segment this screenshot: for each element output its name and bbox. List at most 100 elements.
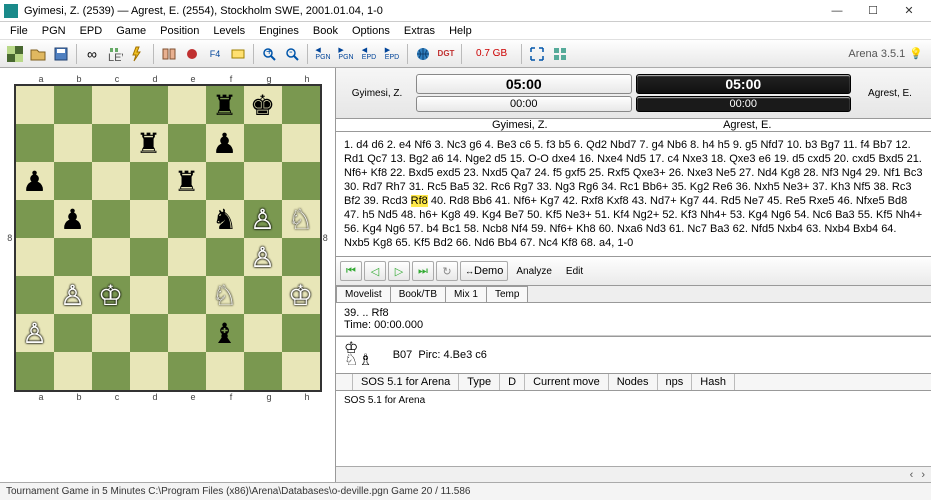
menu-help[interactable]: Help: [443, 23, 478, 39]
square-b7[interactable]: [54, 124, 92, 162]
nav-last-icon[interactable]: ⏭: [412, 261, 434, 281]
chess-board[interactable]: ♜♚♜♟♟♜♟♞♙♘♙♙♔♘♔♙♝: [14, 84, 322, 392]
square-g7[interactable]: [244, 124, 282, 162]
square-a3[interactable]: [16, 276, 54, 314]
square-c4[interactable]: [92, 238, 130, 276]
layout-icon[interactable]: [549, 43, 571, 65]
menu-position[interactable]: Position: [154, 23, 205, 39]
menu-extras[interactable]: Extras: [398, 23, 441, 39]
square-d7[interactable]: ♜: [130, 124, 168, 162]
book-icon[interactable]: [158, 43, 180, 65]
square-b1[interactable]: [54, 352, 92, 390]
zoom-in-icon[interactable]: +: [258, 43, 280, 65]
square-h7[interactable]: [282, 124, 320, 162]
pgn-right-icon[interactable]: ▶PGN: [335, 43, 357, 65]
square-f4[interactable]: [206, 238, 244, 276]
maximize-button[interactable]: ☐: [855, 1, 891, 21]
square-b8[interactable]: [54, 86, 92, 124]
square-a1[interactable]: [16, 352, 54, 390]
menu-epd[interactable]: EPD: [74, 23, 109, 39]
fullscreen-icon[interactable]: [526, 43, 548, 65]
square-h1[interactable]: [282, 352, 320, 390]
open-icon[interactable]: [27, 43, 49, 65]
nav-next-icon[interactable]: ▷: [388, 261, 410, 281]
globe-icon[interactable]: [412, 43, 434, 65]
square-b2[interactable]: [54, 314, 92, 352]
epd-right-icon[interactable]: ▶EPD: [381, 43, 403, 65]
current-move-highlight[interactable]: Rf8: [411, 195, 428, 207]
engine-col-type[interactable]: Type: [459, 374, 500, 390]
tab-mix1[interactable]: Mix 1: [445, 286, 487, 302]
square-f7[interactable]: ♟: [206, 124, 244, 162]
nav-reload-icon[interactable]: ↻: [436, 261, 458, 281]
nav-first-icon[interactable]: ⏮: [340, 261, 362, 281]
square-g8[interactable]: ♚: [244, 86, 282, 124]
demo-button[interactable]: ↔Demo: [460, 261, 508, 281]
square-c3[interactable]: ♔: [92, 276, 130, 314]
nav-prev-icon[interactable]: ◁: [364, 261, 386, 281]
epd-left-icon[interactable]: ◀EPD: [358, 43, 380, 65]
engine-col-nodes[interactable]: Nodes: [609, 374, 658, 390]
close-button[interactable]: ✕: [891, 1, 927, 21]
edit-button[interactable]: Edit: [560, 266, 589, 277]
scroll-strip[interactable]: ‹›: [336, 466, 931, 482]
save-icon[interactable]: [50, 43, 72, 65]
minimize-button[interactable]: —: [819, 1, 855, 21]
square-c7[interactable]: [92, 124, 130, 162]
square-g5[interactable]: ♙: [244, 200, 282, 238]
square-h5[interactable]: ♘: [282, 200, 320, 238]
square-b3[interactable]: ♙: [54, 276, 92, 314]
square-a8[interactable]: [16, 86, 54, 124]
square-e7[interactable]: [168, 124, 206, 162]
square-f5[interactable]: ♞: [206, 200, 244, 238]
square-c8[interactable]: [92, 86, 130, 124]
square-d4[interactable]: [130, 238, 168, 276]
square-h3[interactable]: ♔: [282, 276, 320, 314]
pgn-left-icon[interactable]: ◀PGN: [312, 43, 334, 65]
blitz-icon[interactable]: [127, 43, 149, 65]
engine-col-depth[interactable]: D: [500, 374, 525, 390]
tab-movelist[interactable]: Movelist: [336, 286, 391, 302]
menu-pgn[interactable]: PGN: [36, 23, 72, 39]
menu-game[interactable]: Game: [110, 23, 152, 39]
square-a7[interactable]: [16, 124, 54, 162]
menu-book[interactable]: Book: [307, 23, 344, 39]
square-c5[interactable]: [92, 200, 130, 238]
square-a4[interactable]: [16, 238, 54, 276]
record-icon[interactable]: [181, 43, 203, 65]
menu-engines[interactable]: Engines: [253, 23, 305, 39]
square-d8[interactable]: [130, 86, 168, 124]
square-g3[interactable]: [244, 276, 282, 314]
tab-temp[interactable]: Temp: [486, 286, 528, 302]
square-b6[interactable]: [54, 162, 92, 200]
board-style-icon[interactable]: [4, 43, 26, 65]
square-f3[interactable]: ♘: [206, 276, 244, 314]
square-b5[interactable]: ♟: [54, 200, 92, 238]
square-f6[interactable]: [206, 162, 244, 200]
engine-col-hash[interactable]: Hash: [692, 374, 735, 390]
square-e5[interactable]: [168, 200, 206, 238]
engine-settings-icon[interactable]: [227, 43, 249, 65]
square-h2[interactable]: [282, 314, 320, 352]
engine-dialog-icon[interactable]: F4: [204, 43, 226, 65]
engine-col-nps[interactable]: nps: [658, 374, 693, 390]
levels-icon[interactable]: LEV: [104, 43, 126, 65]
menu-levels[interactable]: Levels: [207, 23, 251, 39]
square-e3[interactable]: [168, 276, 206, 314]
dgt-icon[interactable]: DGT: [435, 43, 457, 65]
square-g6[interactable]: [244, 162, 282, 200]
square-b4[interactable]: [54, 238, 92, 276]
square-d2[interactable]: [130, 314, 168, 352]
square-d3[interactable]: [130, 276, 168, 314]
square-c6[interactable]: [92, 162, 130, 200]
square-g4[interactable]: ♙: [244, 238, 282, 276]
square-h4[interactable]: [282, 238, 320, 276]
square-c1[interactable]: [92, 352, 130, 390]
menu-file[interactable]: File: [4, 23, 34, 39]
square-f8[interactable]: ♜: [206, 86, 244, 124]
square-g1[interactable]: [244, 352, 282, 390]
square-e8[interactable]: [168, 86, 206, 124]
engine-col-current[interactable]: Current move: [525, 374, 609, 390]
square-e4[interactable]: [168, 238, 206, 276]
square-a6[interactable]: ♟: [16, 162, 54, 200]
